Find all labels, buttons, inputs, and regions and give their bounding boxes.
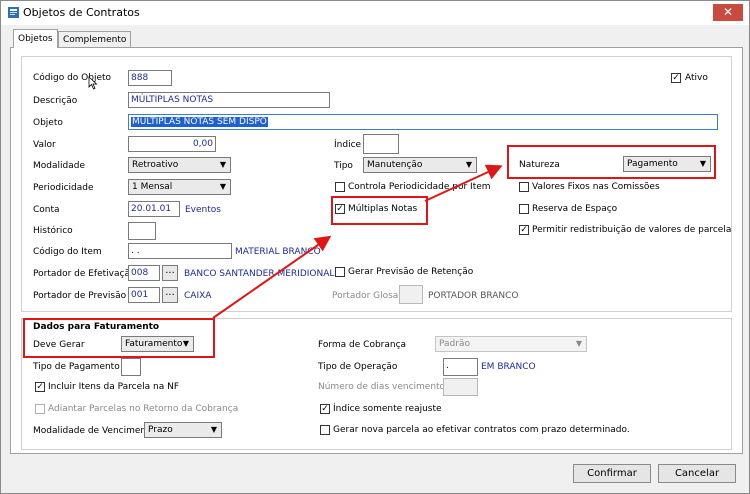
tab-objetos[interactable]: Objetos — [13, 29, 58, 48]
window: Objetos de Contratos ✕ Objetos Complemen… — [0, 0, 750, 494]
arrow-to-natureza — [424, 164, 503, 202]
cancelar-button[interactable]: Cancelar — [658, 464, 736, 483]
tab-label: Objetos — [18, 34, 53, 44]
annotation-arrows — [212, 164, 503, 319]
confirmar-button[interactable]: Confirmar — [573, 464, 651, 483]
arrow-to-multiplas-notas — [212, 235, 332, 319]
